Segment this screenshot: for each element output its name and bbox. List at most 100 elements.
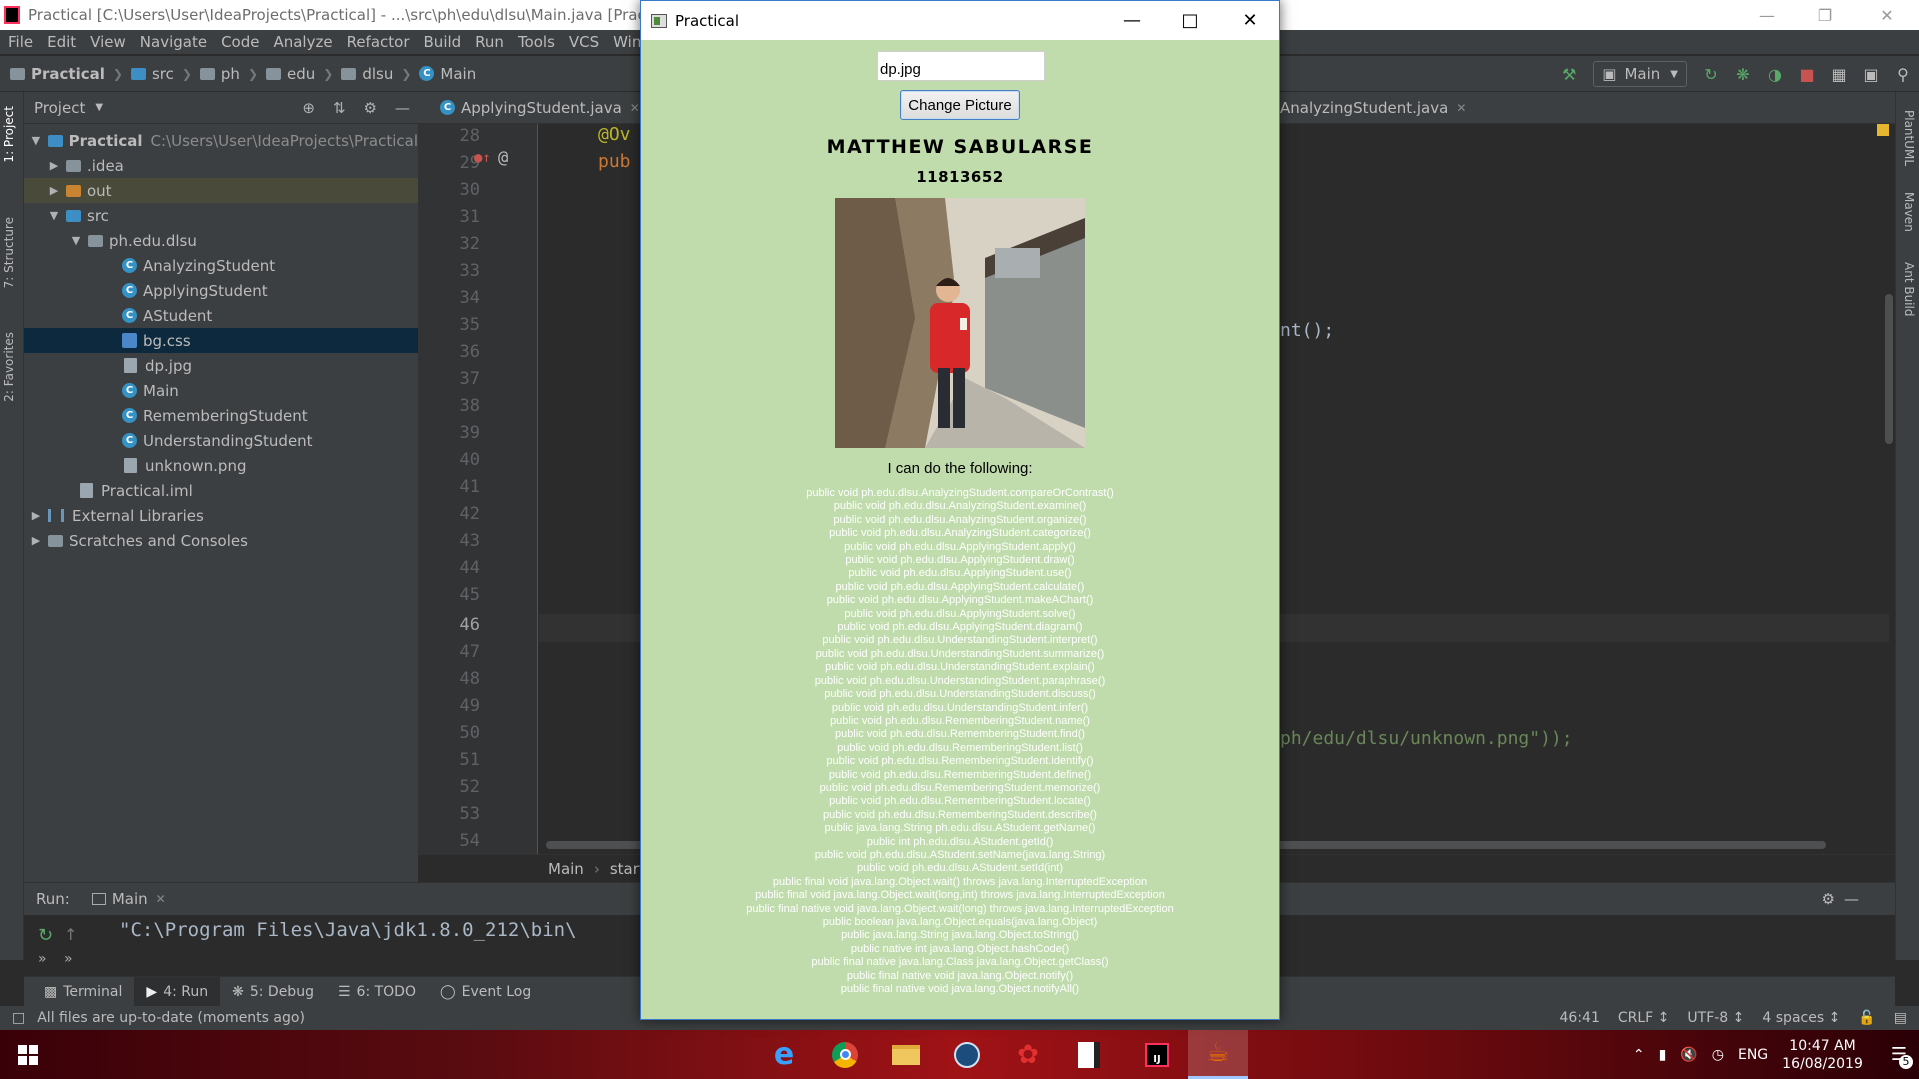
project-structure-icon[interactable]: ▦: [1826, 61, 1852, 87]
minimize-button[interactable]: —: [1738, 0, 1796, 30]
clock[interactable]: 10:47 AM 16/08/2019: [1782, 1037, 1863, 1073]
locate-icon[interactable]: ⊕: [302, 99, 315, 117]
volume-muted-icon[interactable]: 🔇: [1680, 1047, 1697, 1063]
taskbar-explorer[interactable]: [876, 1030, 936, 1079]
restore-button[interactable]: ❐: [1796, 0, 1854, 30]
taskbar-steam[interactable]: [937, 1030, 997, 1079]
rerun-icon[interactable]: ↻: [1698, 61, 1724, 87]
tree-item-unknownpng[interactable]: unknown.png: [24, 453, 418, 478]
tab-terminal[interactable]: ▩ Terminal: [32, 977, 134, 1007]
tree-item-analyzingstudent[interactable]: C AnalyzingStudent: [24, 253, 418, 278]
breadcrumb-edu[interactable]: edu ❯: [266, 65, 341, 83]
menu-tools[interactable]: Tools: [511, 33, 562, 51]
expand-icon[interactable]: »: [38, 951, 47, 967]
battery-icon[interactable]: ▮: [1659, 1047, 1667, 1063]
taskbar-notes[interactable]: [1059, 1030, 1119, 1079]
file-encoding[interactable]: UTF-8 ↕: [1687, 1010, 1744, 1026]
tree-item-main[interactable]: C Main: [24, 378, 418, 403]
tree-item-src[interactable]: ▼ src: [24, 203, 418, 228]
up-arrow-icon[interactable]: ↑: [64, 925, 77, 944]
tab-todo[interactable]: ☰ 6: TODO: [326, 977, 428, 1007]
tab-project[interactable]: 1: Project: [2, 106, 16, 163]
menu-view[interactable]: View: [83, 33, 133, 51]
picture-filename-input[interactable]: [877, 51, 1045, 81]
action-center-icon[interactable]: ☰ 5: [1891, 1044, 1913, 1069]
gear-icon[interactable]: ⚙: [1822, 890, 1835, 908]
hide-icon[interactable]: —: [395, 99, 410, 117]
tree-item-scratches[interactable]: ▶ Scratches and Consoles: [24, 528, 418, 553]
menu-vcs[interactable]: VCS: [562, 33, 606, 51]
tab-analyzingstudent[interactable]: AnalyzingStudent.java ✕: [1270, 92, 1476, 124]
run-config-select[interactable]: ▣ Main ▼: [1593, 61, 1687, 87]
hide-icon[interactable]: —: [1844, 890, 1859, 908]
expand-icon[interactable]: »: [64, 951, 73, 967]
taskbar-intellij[interactable]: IJ: [1127, 1030, 1187, 1079]
tab-debug[interactable]: ❋ 5: Debug: [220, 977, 326, 1007]
language-indicator[interactable]: ENG: [1738, 1047, 1768, 1063]
close-tab-icon[interactable]: ✕: [1456, 101, 1466, 115]
project-panel-title[interactable]: Project: [34, 99, 85, 117]
vertical-scrollbar[interactable]: [1885, 294, 1893, 444]
tray-expand-icon[interactable]: ⌃: [1633, 1047, 1645, 1063]
chevron-down-icon[interactable]: ▼: [95, 102, 103, 113]
tree-item-package[interactable]: ▼ ph.edu.dlsu: [24, 228, 418, 253]
breadcrumb-item[interactable]: Main: [548, 860, 584, 878]
caret-position[interactable]: 46:41: [1560, 1010, 1600, 1026]
tab-plantuml[interactable]: PlantUML: [1902, 110, 1916, 166]
menu-navigate[interactable]: Navigate: [133, 33, 214, 51]
taskbar-chrome[interactable]: [815, 1030, 875, 1079]
wifi-icon[interactable]: ◷: [1712, 1047, 1724, 1063]
close-button[interactable]: ✕: [1858, 0, 1916, 30]
rerun-icon[interactable]: ↻: [38, 925, 53, 946]
tab-structure[interactable]: 7: Structure: [2, 217, 16, 288]
collapse-icon[interactable]: ⇅: [333, 99, 346, 117]
taskbar-edge[interactable]: e: [754, 1030, 814, 1079]
tree-item-understandingstudent[interactable]: C UnderstandingStudent: [24, 428, 418, 453]
breadcrumb-project[interactable]: Practical ❯: [10, 65, 131, 83]
start-button[interactable]: [0, 1030, 56, 1079]
tab-ant-build[interactable]: Ant Build: [1902, 262, 1916, 316]
app-maximize-button[interactable]: □: [1161, 1, 1219, 40]
app-close-button[interactable]: ✕: [1221, 1, 1279, 40]
search-icon[interactable]: ⚲: [1890, 61, 1916, 87]
menu-code[interactable]: Code: [214, 33, 266, 51]
tree-root[interactable]: ▼ Practical C:\Users\User\IdeaProjects\Pr…: [24, 128, 418, 153]
console-output[interactable]: "C:\Program Files\Java\jdk1.8.0_212\bin\: [119, 919, 577, 941]
indent-setting[interactable]: 4 spaces ↕: [1762, 1010, 1840, 1026]
stop-icon[interactable]: ■: [1794, 61, 1820, 87]
layout-icon[interactable]: ▣: [1858, 61, 1884, 87]
close-tab-icon[interactable]: ✕: [630, 101, 640, 115]
breadcrumb-src[interactable]: src ❯: [130, 65, 200, 83]
line-separator[interactable]: CRLF ↕: [1618, 1010, 1670, 1026]
run-tab-main[interactable]: Main ✕: [91, 890, 166, 908]
gear-icon[interactable]: ⚙: [364, 99, 377, 117]
lock-icon[interactable]: 🔓: [1858, 1010, 1875, 1026]
menu-build[interactable]: Build: [417, 33, 469, 51]
menu-run[interactable]: Run: [468, 33, 511, 51]
warning-marker-icon[interactable]: [1877, 124, 1889, 136]
menu-analyze[interactable]: Analyze: [266, 33, 339, 51]
tree-item-dpjpg[interactable]: dp.jpg: [24, 353, 418, 378]
breadcrumb-ph[interactable]: ph ❯: [199, 65, 266, 83]
change-picture-button[interactable]: Change Picture: [900, 90, 1020, 120]
tree-item-out[interactable]: ▶ out: [24, 178, 418, 203]
tab-favorites[interactable]: 2: Favorites: [2, 332, 16, 402]
tab-event-log[interactable]: ◯ Event Log: [428, 977, 543, 1007]
tree-item-iml[interactable]: Practical.iml: [24, 478, 418, 503]
breadcrumb-main[interactable]: C Main: [419, 65, 476, 83]
override-marker-icon[interactable]: ●↑: [474, 150, 491, 166]
tree-item-rememberingstudent[interactable]: C RememberingStudent: [24, 403, 418, 428]
tab-run[interactable]: ▶ 4: Run: [134, 976, 221, 1007]
breadcrumb-dlsu[interactable]: dlsu ❯: [341, 65, 419, 83]
close-tab-icon[interactable]: ✕: [156, 892, 166, 906]
tree-item-bgcss[interactable]: bg.css: [24, 328, 418, 353]
tree-item-external-libraries[interactable]: ▶ External Libraries: [24, 503, 418, 528]
debug-bug-icon[interactable]: ❋: [1730, 61, 1756, 87]
menu-refactor[interactable]: Refactor: [340, 33, 417, 51]
taskbar-java[interactable]: ☕: [1188, 1030, 1248, 1079]
coverage-icon[interactable]: ◑: [1762, 61, 1788, 87]
menu-file[interactable]: File: [0, 33, 40, 51]
taskbar-app-red[interactable]: ✿: [998, 1030, 1058, 1079]
tree-item-applyingstudent[interactable]: C ApplyingStudent: [24, 278, 418, 303]
tree-item-astudent[interactable]: C AStudent: [24, 303, 418, 328]
